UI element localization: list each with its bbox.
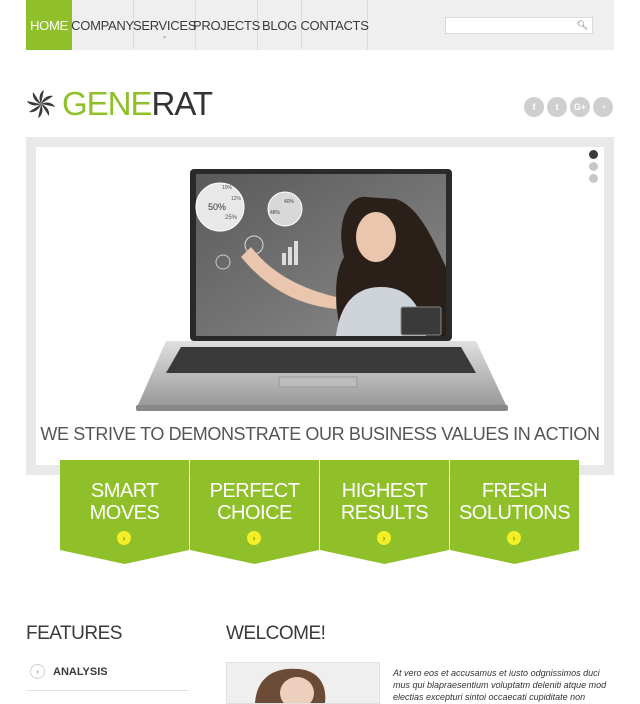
divider (26, 690, 189, 691)
arrow-right-icon: › (117, 531, 131, 545)
search-input[interactable] (446, 20, 579, 37)
nav-contacts-label: Contacts (300, 17, 369, 33)
feature-item-analysis[interactable]: › Analysis (30, 664, 108, 679)
arrow-right-icon: › (377, 531, 391, 545)
search-box: 🔍︎ (445, 17, 593, 37)
logo[interactable]: GENERAT (26, 84, 214, 124)
google-plus-icon[interactable]: G+ (570, 97, 590, 117)
nav-blog[interactable]: Blog (258, 0, 302, 50)
box-label: Highest Results (320, 480, 449, 524)
search-icon[interactable]: 🔍︎ (577, 20, 588, 31)
nav-projects[interactable]: Projects (193, 0, 260, 50)
box-label-line: Solutions (458, 502, 571, 524)
slider-dot[interactable] (589, 150, 598, 159)
chevron-right-icon: › (30, 664, 45, 679)
nav-projects-label: Projects (193, 17, 260, 33)
facebook-icon[interactable]: f (524, 97, 544, 117)
box-label: Fresh Solutions (450, 480, 579, 524)
logo-text-part1: GENE (62, 85, 153, 122)
rss-icon[interactable]: ◔ (593, 97, 613, 117)
laptop-illustration: 50% 10% 12% 25% 40% 48% (136, 169, 508, 411)
box-label-line: Results (340, 502, 429, 524)
feature-boxes: Smart Moves › Perfect Choice › Highest Resu… (60, 460, 580, 564)
nav-blog-label: Blog (262, 17, 297, 33)
arrow-right-icon: › (247, 531, 261, 545)
nav-contacts[interactable]: Contacts (300, 0, 369, 50)
slider-dot[interactable] (589, 162, 598, 171)
nav-home[interactable]: Home (26, 0, 72, 50)
box-label-line: Fresh (481, 480, 548, 502)
box-label-line: Smart (90, 480, 159, 502)
box-highest-results[interactable]: Highest Results › (320, 460, 449, 564)
top-bar: Home Company Services ⌄ Projects Blog Con… (26, 0, 614, 50)
welcome-text: At vero eos et accusamus et iusto odgnis… (393, 668, 607, 702)
box-label-line: Perfect (209, 480, 300, 502)
welcome-heading: WELCOME! (226, 623, 326, 644)
slider-dots (589, 150, 598, 183)
features-heading: FEATURES (26, 623, 122, 644)
pinwheel-icon (26, 89, 56, 119)
nav-home-label: Home (30, 17, 68, 33)
box-label: Perfect Choice (190, 480, 319, 524)
nav-company-label: Company (71, 17, 134, 33)
main-nav: Home Company Services ⌄ Projects Blog Con… (26, 0, 369, 50)
feature-item-label: Analysis (53, 665, 108, 678)
chevron-down-icon: ⌄ (161, 33, 168, 40)
screen-label: 48% (270, 210, 281, 216)
welcome-image (226, 662, 380, 704)
screen-label: 50% (208, 202, 226, 212)
nav-services-label: Services (132, 17, 197, 33)
screen-label: 25% (225, 215, 238, 221)
screen-label: 12% (231, 196, 242, 202)
screen-label: 10% (222, 185, 233, 191)
box-label-line: Choice (217, 502, 292, 524)
box-label-line: Highest (341, 480, 428, 502)
twitter-icon[interactable]: t (547, 97, 567, 117)
screen-label: 40% (284, 199, 295, 205)
slider-dot[interactable] (589, 174, 598, 183)
logo-text: GENERAT (62, 85, 214, 123)
box-label: Smart Moves (60, 480, 189, 524)
nav-services[interactable]: Services ⌄ (132, 0, 197, 50)
box-fresh-solutions[interactable]: Fresh Solutions › (450, 460, 579, 564)
slide-image: 50% 10% 12% 25% 40% 48% (36, 147, 604, 465)
logo-text-part2: RAT (151, 85, 214, 122)
social-links: f t G+ ◔ (524, 97, 613, 117)
arrow-right-icon: › (507, 531, 521, 545)
box-smart-moves[interactable]: Smart Moves › (60, 460, 189, 564)
woman-photo (227, 663, 379, 703)
nav-company[interactable]: Company (71, 0, 134, 50)
box-perfect-choice[interactable]: Perfect Choice › (190, 460, 319, 564)
slider-caption: WE STRIVE TO DEMONSTRATE OUR BUSINESS VA… (40, 424, 600, 444)
box-label-line: Moves (89, 502, 160, 524)
